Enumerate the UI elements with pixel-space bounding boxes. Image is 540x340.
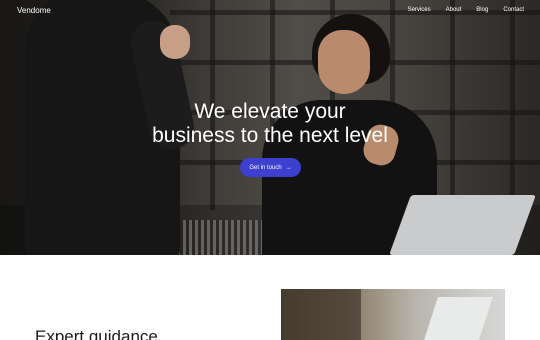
nav-link-blog[interactable]: Blog	[476, 7, 488, 13]
hero-title-line2: business to the next level	[152, 124, 388, 147]
nav-links: Services About Blog Contact	[408, 7, 524, 13]
top-nav: Vendome Services About Blog Contact	[0, 0, 540, 22]
get-in-touch-button[interactable]: Get in touch →	[240, 158, 301, 177]
arrow-right-icon: →	[285, 164, 292, 171]
section-heading: Expert guidance	[35, 327, 158, 340]
nav-link-about[interactable]: About	[446, 7, 462, 13]
hero-title-line1: We elevate your	[194, 100, 346, 123]
laptop	[389, 195, 536, 255]
nav-link-services[interactable]: Services	[408, 7, 431, 13]
hero-section: Vendome Services About Blog Contact We e…	[0, 0, 540, 255]
cta-label: Get in touch	[249, 164, 282, 171]
nav-link-contact[interactable]: Contact	[503, 7, 524, 13]
section-image	[281, 289, 505, 340]
brand-logo[interactable]: Vendome	[17, 6, 51, 15]
